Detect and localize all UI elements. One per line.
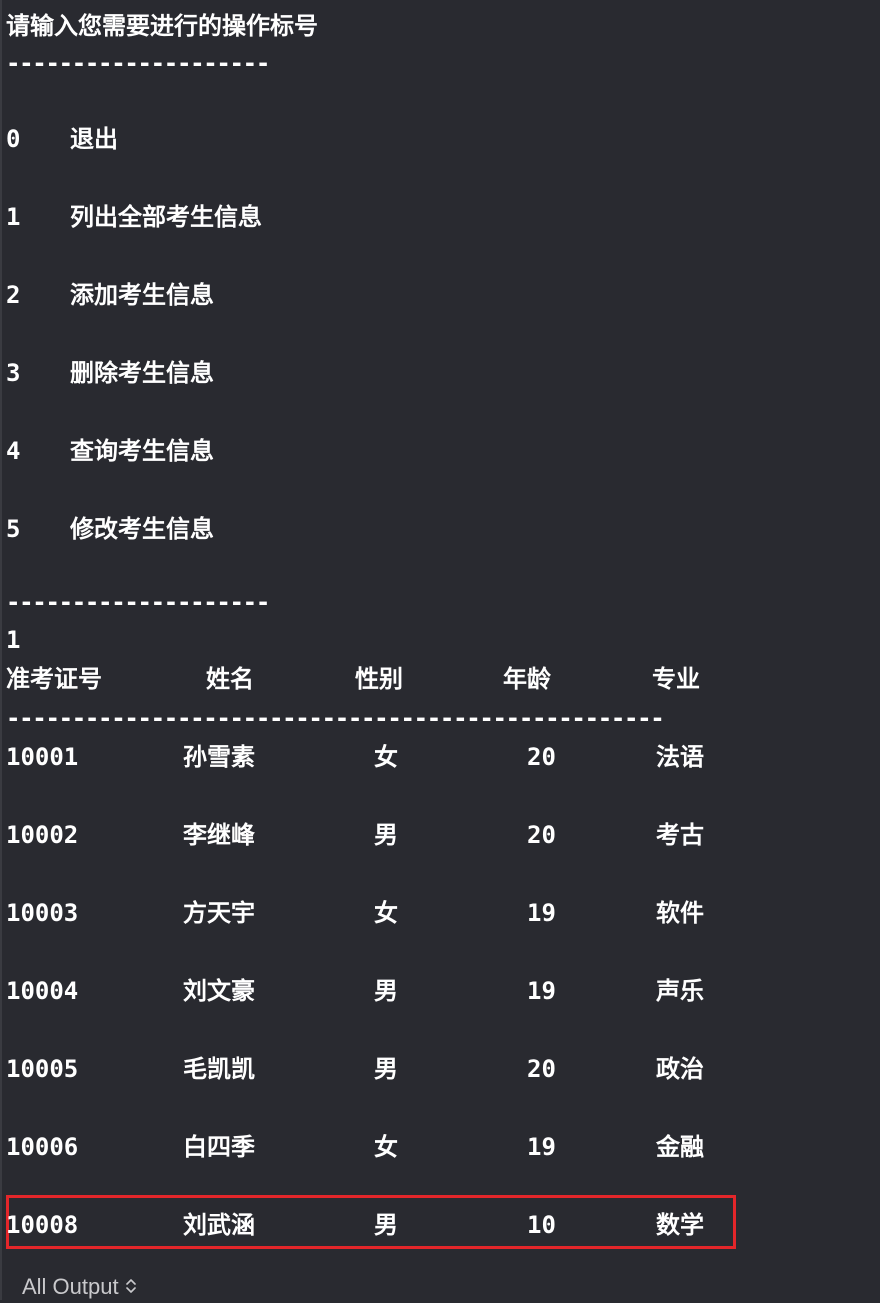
menu-item-label: 修改考生信息 [70,515,214,543]
menu-item-number: 2 [6,281,21,309]
cell-gender: 女 [374,899,398,927]
cell-age: 19 [527,977,556,1005]
cell-name: 李继峰 [183,821,255,849]
cell-age: 20 [527,821,556,849]
cell-gender: 男 [374,977,398,1005]
highlighted-row-box [6,1195,736,1249]
cell-gender: 男 [374,1211,398,1239]
cell-exam-id: 10001 [6,743,79,771]
cell-exam-id: 10006 [6,1133,79,1161]
menu-item-label: 退出 [70,125,118,153]
cell-age: 10 [527,1211,556,1239]
header-exam-id: 准考证号 [6,665,102,693]
cell-major: 法语 [656,743,704,771]
output-filter-selector[interactable]: All Output [22,1272,137,1303]
cell-major: 金融 [656,1133,704,1161]
cell-name: 孙雪素 [183,743,255,771]
menu-item-label: 列出全部考生信息 [70,203,262,231]
cell-age: 19 [527,1133,556,1161]
table-separator: ----------------------------------------… [6,704,665,732]
menu-item-label: 添加考生信息 [70,281,214,309]
header-age: 年龄 [503,665,551,693]
cell-name: 刘文豪 [183,977,255,1005]
cell-major: 政治 [656,1055,704,1083]
cell-age: 20 [527,1055,556,1083]
cell-gender: 男 [374,821,398,849]
panel-left-edge [0,0,2,1300]
cell-age: 19 [527,899,556,927]
header-name: 姓名 [206,665,254,693]
menu-item-number: 1 [6,203,21,231]
cell-major: 软件 [656,899,704,927]
cell-gender: 女 [374,743,398,771]
cell-exam-id: 10003 [6,899,79,927]
user-input-echo: 1 [6,626,21,654]
cell-name: 毛凯凯 [183,1055,255,1083]
menu-item-label: 删除考生信息 [70,359,214,387]
separator-top: -------------------- [6,49,270,77]
up-down-chevron-icon [125,1273,137,1303]
menu-item-number: 3 [6,359,21,387]
cell-gender: 女 [374,1133,398,1161]
cell-major: 考古 [656,821,704,849]
cell-exam-id: 10002 [6,821,79,849]
cell-exam-id: 10008 [6,1211,79,1239]
header-gender: 性别 [355,665,403,693]
cell-major: 声乐 [656,977,704,1005]
output-filter-label: All Output [22,1274,119,1299]
separator-bottom: -------------------- [6,588,270,616]
cell-exam-id: 10004 [6,977,79,1005]
cell-age: 20 [527,743,556,771]
cell-gender: 男 [374,1055,398,1083]
cell-name: 方天宇 [183,899,255,927]
cell-major: 数学 [656,1211,704,1239]
menu-item-number: 5 [6,515,21,543]
menu-item-label: 查询考生信息 [70,437,214,465]
header-major: 专业 [652,665,700,693]
cell-name: 白四季 [183,1133,255,1161]
menu-item-number: 4 [6,437,21,465]
prompt-text: 请输入您需要进行的操作标号 [6,12,318,40]
menu-item-number: 0 [6,125,21,153]
cell-name: 刘武涵 [183,1211,255,1239]
cell-exam-id: 10005 [6,1055,79,1083]
